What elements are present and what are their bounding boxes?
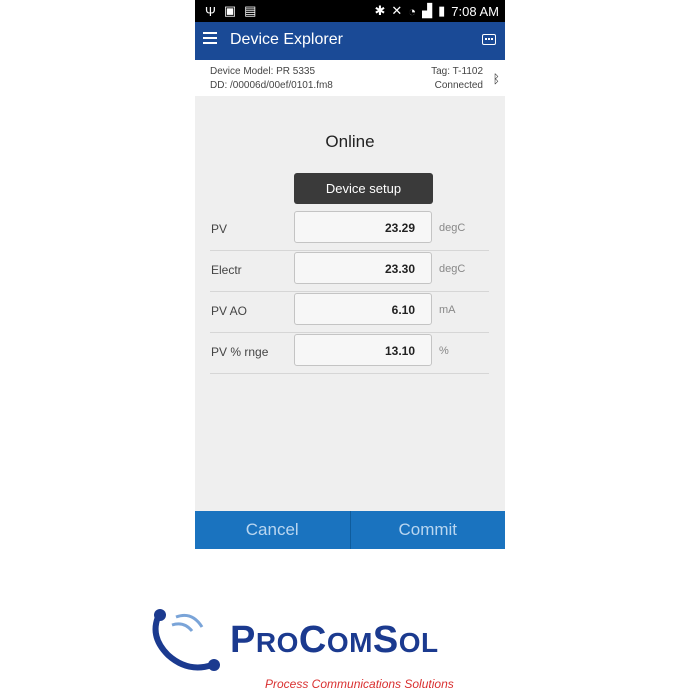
device-dd-path: DD: /00006d/00ef/0101.fm8 bbox=[210, 80, 333, 91]
action-bar: Cancel Commit bbox=[195, 511, 505, 549]
cancel-button[interactable]: Cancel bbox=[195, 511, 350, 549]
param-label: PV bbox=[211, 222, 228, 236]
device-tag: Tag: T-1102 bbox=[431, 66, 483, 77]
param-unit: degC bbox=[439, 222, 466, 234]
app-bar: Device Explorer bbox=[195, 22, 505, 60]
connection-status: Connected bbox=[434, 80, 483, 91]
bluetooth-connected-icon: ᛒ bbox=[492, 72, 500, 86]
param-label: Electr bbox=[211, 263, 242, 277]
param-row-electr: Electr 23.30 degC bbox=[210, 250, 489, 292]
param-value-field[interactable]: 13.10 bbox=[294, 334, 432, 366]
clock: 7:08 AM bbox=[451, 3, 499, 19]
bluetooth-icon: ✱ bbox=[374, 3, 386, 18]
signal-icon: ▟ bbox=[422, 3, 433, 18]
param-row-pv-range: PV % rnge 13.10 % bbox=[210, 332, 489, 374]
param-row-pv-ao: PV AO 6.10 mA bbox=[210, 291, 489, 333]
param-unit: % bbox=[439, 345, 449, 357]
chat-icon[interactable] bbox=[482, 34, 496, 45]
menu-icon[interactable] bbox=[203, 32, 217, 46]
device-setup-button[interactable]: Device setup bbox=[294, 173, 433, 204]
phone-screen: Ψ ▣ ▤ ✱ ✕ ◔ ▟ ▮ 7:08 AM Device Explorer … bbox=[195, 0, 505, 549]
app-title: Device Explorer bbox=[230, 31, 343, 48]
param-value-field[interactable]: 6.10 bbox=[294, 293, 432, 325]
wifi-icon: ◔ bbox=[408, 3, 417, 19]
logo-tagline: Process Communications Solutions bbox=[265, 677, 454, 691]
procomsol-logo: PROCOMSOL Process Communications Solutio… bbox=[150, 605, 550, 700]
param-unit: mA bbox=[439, 304, 456, 316]
phone-swoosh-icon bbox=[152, 609, 220, 671]
device-model: Device Model: PR 5335 bbox=[210, 66, 316, 77]
param-value-field[interactable]: 23.30 bbox=[294, 252, 432, 284]
device-info-bar: Device Model: PR 5335 DD: /00006d/00ef/0… bbox=[195, 60, 505, 96]
status-bar: Ψ ▣ ▤ ✱ ✕ ◔ ▟ ▮ 7:08 AM bbox=[195, 0, 505, 22]
mute-icon: ✕ bbox=[391, 3, 403, 18]
document-icon: ▤ bbox=[244, 3, 257, 18]
usb-icon: Ψ bbox=[205, 3, 216, 19]
param-label: PV % rnge bbox=[211, 345, 269, 359]
logo-wordmark: PROCOMSOL bbox=[230, 619, 439, 661]
battery-icon: ▮ bbox=[438, 3, 446, 18]
param-unit: degC bbox=[439, 263, 466, 275]
page-heading: Online bbox=[325, 132, 375, 151]
commit-button[interactable]: Commit bbox=[351, 511, 506, 549]
param-value-field[interactable]: 23.29 bbox=[294, 211, 432, 243]
param-row-pv: PV 23.29 degC bbox=[210, 209, 489, 251]
image-icon: ▣ bbox=[223, 3, 237, 18]
param-label: PV AO bbox=[211, 304, 248, 318]
